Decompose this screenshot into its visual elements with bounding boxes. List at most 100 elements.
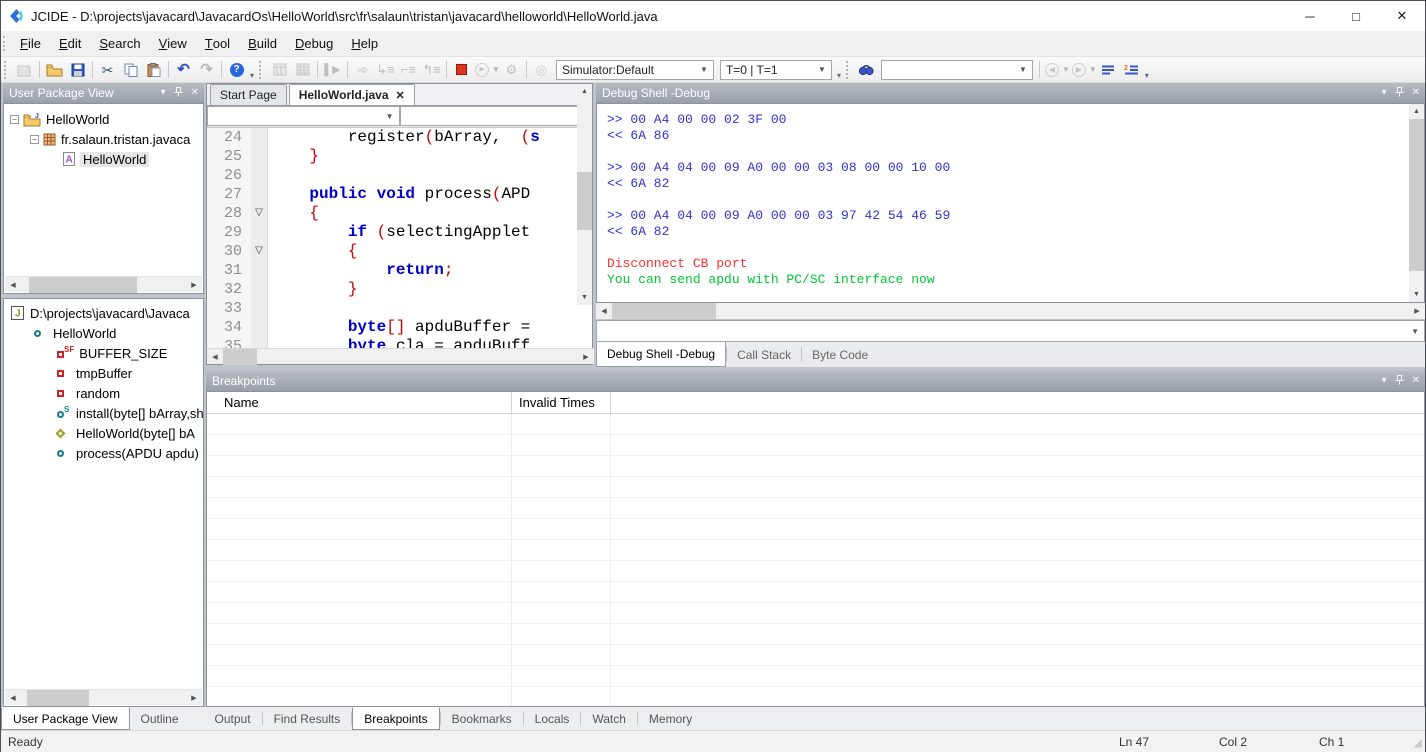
line-number[interactable]: 25 — [207, 147, 251, 166]
outline-item-helloworld[interactable]: HelloWorld — [4, 323, 203, 343]
tree-item-helloworld[interactable]: −JHelloWorld — [4, 109, 203, 129]
view-numbered-button[interactable]: 2 — [1120, 59, 1143, 81]
tree-item-fr-salaun-tristan-javaca[interactable]: −fr.salaun.tristan.javaca — [4, 129, 203, 149]
code-line[interactable]: 24 register(bArray, (s — [207, 128, 592, 147]
run-button[interactable]: ▌▶ — [321, 59, 344, 81]
debug-horizontal-scrollbar[interactable]: ◀ ▶ — [596, 303, 1425, 319]
bottom-tab-find-results[interactable]: Find Results — [263, 707, 352, 730]
line-number[interactable]: 32 — [207, 280, 251, 299]
code-line[interactable]: 27 public void process(APD — [207, 185, 592, 204]
jcide-logo-icon[interactable] — [1, 8, 31, 24]
copy-button[interactable] — [119, 59, 142, 81]
stop-button[interactable] — [450, 59, 473, 81]
code-line[interactable]: 32 } — [207, 280, 592, 299]
tree-item-helloworld[interactable]: AHelloWorld — [4, 149, 203, 169]
close-panel-icon[interactable]: ✕ — [1412, 88, 1420, 98]
scroll-up-icon[interactable]: ▲ — [1409, 104, 1424, 119]
step-over-button[interactable]: ⌐≡ — [397, 59, 420, 81]
panel-menu-icon[interactable]: ▾ — [1382, 88, 1387, 98]
bottom-tab-bookmarks[interactable]: Bookmarks — [441, 707, 523, 730]
outline-item-tmpbuffer[interactable]: tmpBuffer — [4, 363, 203, 383]
pin-icon[interactable] — [1395, 87, 1404, 100]
scroll-thumb[interactable] — [1409, 119, 1424, 271]
expander-icon[interactable]: − — [30, 135, 39, 144]
line-number[interactable]: 30 — [207, 242, 251, 261]
open-file-button[interactable] — [43, 59, 66, 81]
scroll-left-icon[interactable]: ◀ — [5, 277, 21, 293]
close-panel-icon[interactable]: ✕ — [1412, 376, 1420, 386]
scroll-right-icon[interactable]: ▶ — [578, 349, 594, 365]
code-line[interactable]: 28▽ { — [207, 204, 592, 223]
chevron-down-icon[interactable]: ▼ — [1013, 65, 1027, 74]
toolbar-overflow-icon[interactable]: ▾ — [250, 71, 254, 82]
scroll-down-icon[interactable]: ▼ — [577, 290, 592, 305]
code-line[interactable]: 34 byte[] apduBuffer = — [207, 318, 592, 337]
code-line[interactable]: 31 return; — [207, 261, 592, 280]
close-tab-icon[interactable]: ✕ — [396, 89, 405, 102]
scroll-right-icon[interactable]: ▶ — [1409, 303, 1425, 319]
bottom-tab-outline[interactable]: Outline — [130, 707, 190, 730]
line-number[interactable]: 28 — [207, 204, 251, 223]
scroll-thumb[interactable] — [577, 172, 592, 230]
bottom-tab-locals[interactable]: Locals — [524, 707, 581, 730]
editor-horizontal-scrollbar[interactable]: ◀ ▶ — [207, 348, 594, 364]
bottom-tab-output[interactable]: Output — [204, 707, 262, 730]
step-next-button[interactable]: ➾ — [351, 59, 374, 81]
menu-item-help[interactable]: Help — [342, 31, 387, 56]
outline-item-buffer-size[interactable]: SFBUFFER_SIZE — [4, 343, 203, 363]
outline-horizontal-scrollbar[interactable]: ◀ ▶ — [5, 689, 202, 705]
code-line[interactable]: 25 } — [207, 147, 592, 166]
code-line[interactable]: 29 if (selectingApplet — [207, 223, 592, 242]
chevron-down-icon[interactable]: ▼ — [812, 65, 826, 74]
scroll-left-icon[interactable]: ◀ — [5, 690, 21, 706]
nav-forward-button[interactable]: ▶▼ — [1070, 59, 1097, 81]
menu-item-search[interactable]: Search — [90, 31, 149, 56]
outline-item-d-projects-javacard-javaca[interactable]: JD:\projects\javacard\Javaca — [4, 303, 203, 323]
scroll-thumb[interactable] — [27, 690, 89, 706]
menu-item-view[interactable]: View — [150, 31, 196, 56]
code-area[interactable]: 24 register(bArray, (s25 }2627 public vo… — [207, 128, 592, 349]
bottom-tab-breakpoints[interactable]: Breakpoints — [352, 707, 439, 730]
scroll-left-icon[interactable]: ◀ — [207, 349, 223, 365]
breakpoints-table[interactable]: Name Invalid Times — [206, 391, 1425, 707]
menu-item-build[interactable]: Build — [239, 31, 286, 56]
line-number[interactable]: 34 — [207, 318, 251, 337]
package-tree[interactable]: −JHelloWorld−fr.salaun.tristan.javacaAHe… — [3, 103, 204, 294]
panel-menu-icon[interactable]: ▾ — [161, 88, 166, 98]
find-combobox[interactable]: ▼ — [881, 60, 1033, 80]
new-project-button[interactable] — [13, 59, 36, 81]
editor-tab-helloworld-java[interactable]: HelloWorld.java✕ — [289, 84, 415, 105]
outline-item-random[interactable]: random — [4, 383, 203, 403]
debug-shell-output[interactable]: >> 00 A4 00 00 02 3F 00<< 6A 86 >> 00 A4… — [596, 103, 1425, 303]
connect-button[interactable]: ◎ — [530, 59, 553, 81]
type-dropdown[interactable]: ▼ — [207, 106, 400, 126]
editor-vertical-scrollbar[interactable]: ▲ ▼ — [577, 84, 592, 305]
step-into-button[interactable]: ↳≡ — [374, 59, 397, 81]
debug-settings-button[interactable]: ⚙ — [500, 59, 523, 81]
toolbar-overflow-icon[interactable]: ▾ — [1145, 71, 1149, 82]
panel-menu-icon[interactable]: ▾ — [1382, 376, 1387, 386]
close-panel-icon[interactable]: ✕ — [191, 88, 199, 98]
outline-item-helloworld-byte-ba[interactable]: HelloWorld(byte[] bA — [4, 423, 203, 443]
chevron-down-icon[interactable]: ▼ — [492, 65, 500, 74]
resize-grip[interactable]: ◢ — [1405, 736, 1425, 749]
toolbar-overflow-icon[interactable]: ▾ — [837, 71, 841, 82]
line-number[interactable]: 26 — [207, 166, 251, 185]
rebuild-all-button[interactable] — [291, 59, 314, 81]
help-button[interactable]: ? — [225, 59, 248, 81]
close-button[interactable]: ✕ — [1379, 1, 1425, 31]
undo-button[interactable]: ↶ — [172, 59, 195, 81]
code-line[interactable]: 30▽ { — [207, 242, 592, 261]
line-number[interactable]: 24 — [207, 128, 251, 147]
member-dropdown[interactable]: ▼ — [400, 106, 593, 126]
build-button[interactable] — [268, 59, 291, 81]
code-line[interactable]: 33 — [207, 299, 592, 318]
minimize-button[interactable]: ─ — [1287, 1, 1333, 31]
column-header-name[interactable]: Name — [207, 392, 512, 413]
line-number[interactable]: 29 — [207, 223, 251, 242]
continue-button[interactable]: ▶▼ — [473, 59, 500, 81]
expander-icon[interactable]: − — [10, 115, 19, 124]
debug-tab-call-stack[interactable]: Call Stack — [727, 342, 801, 367]
scroll-right-icon[interactable]: ▶ — [186, 690, 202, 706]
editor-tab-start-page[interactable]: Start Page — [210, 84, 287, 105]
